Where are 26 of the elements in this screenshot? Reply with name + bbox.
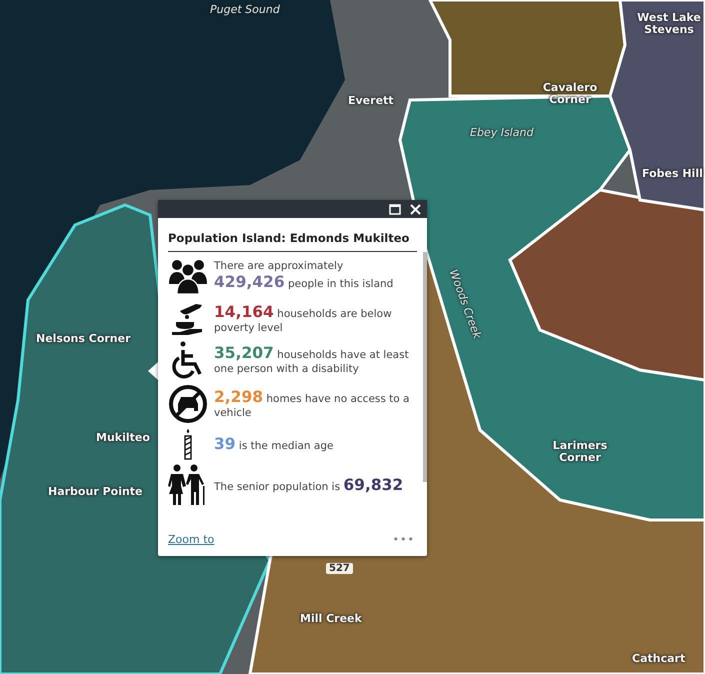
popup-title: Population Island: Edmonds Mukilteo bbox=[168, 218, 417, 252]
candle-icon bbox=[183, 428, 193, 460]
map-label: Everett bbox=[348, 95, 394, 108]
no-car-icon bbox=[168, 384, 208, 424]
stat-text: 2,298 homes have no access to a vehicle bbox=[214, 388, 410, 420]
scrollbar[interactable] bbox=[423, 252, 427, 482]
stat-text: 14,164 households are below poverty level bbox=[214, 303, 393, 336]
route-shield: 527 bbox=[326, 563, 353, 574]
map-label: Puget Sound bbox=[210, 4, 280, 16]
map-label: Mill Creek bbox=[300, 613, 362, 626]
people-group-icon bbox=[168, 258, 208, 294]
map-label: Nelsons Corner bbox=[36, 333, 131, 346]
map-label: Harbour Pointe bbox=[48, 486, 143, 498]
map-label: Ebey Island bbox=[470, 127, 534, 140]
map-label: Fobes Hill bbox=[642, 168, 703, 180]
map-label: Mukilteo bbox=[96, 432, 150, 444]
more-menu-button[interactable]: ••• bbox=[392, 532, 415, 549]
zoom-to-link[interactable]: Zoom to bbox=[168, 532, 214, 549]
stat-text: The senior population is 69,832 bbox=[214, 476, 404, 495]
stat-text: There are approximately 429,426 people in this island bbox=[214, 260, 394, 292]
stat-text: 35,207 households have at least one person with a disability bbox=[214, 344, 410, 376]
map-label: Larimers Corner bbox=[552, 440, 608, 464]
stat-text: 39 is the median age bbox=[214, 434, 334, 454]
map-label: West Lake Stevens bbox=[636, 12, 702, 36]
map-label: Woods Creek bbox=[446, 268, 483, 340]
map-label: Cathcart bbox=[632, 653, 686, 666]
